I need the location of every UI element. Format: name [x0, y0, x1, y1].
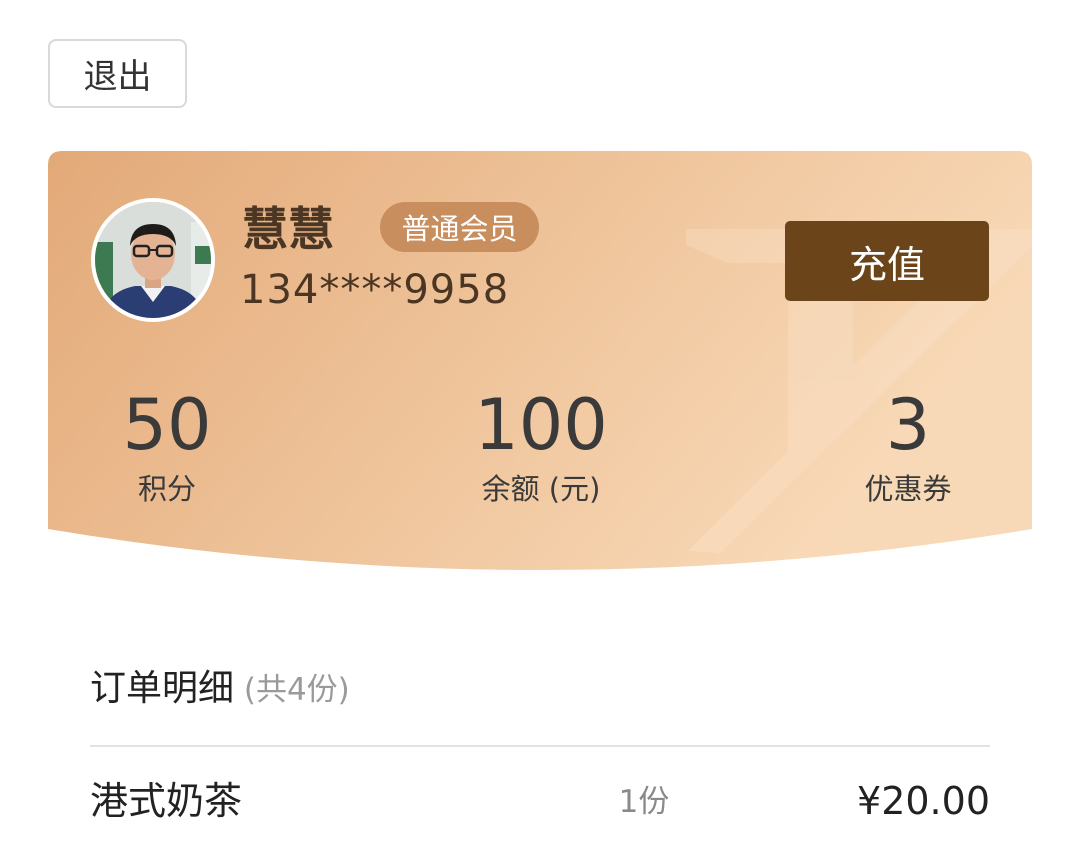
points-stat[interactable]: 50 积分: [47, 379, 287, 507]
order-item-count: (共4份): [234, 672, 350, 708]
balance-label: 余额 (元): [481, 472, 601, 506]
recharge-button[interactable]: 充值: [785, 221, 989, 301]
user-name: 慧慧: [242, 202, 334, 256]
order-details-heading: 订单明细 (共4份): [90, 664, 350, 715]
order-item-name: 港式奶茶: [90, 779, 243, 823]
balance-stat[interactable]: 100 余额 (元): [421, 379, 661, 507]
user-phone: 134****9958: [240, 267, 510, 313]
order-item-price: ¥20.00: [857, 779, 990, 823]
member-card: 慧慧 普通会员 134****9958 充值 50 积分 100 余额 (元) …: [48, 151, 1032, 583]
points-label: 积分: [137, 472, 196, 506]
coupons-stat[interactable]: 3 优惠券: [788, 379, 1028, 507]
order-details-title: 订单明细: [90, 668, 235, 709]
coupons-value: 3: [885, 384, 931, 466]
user-avatar[interactable]: [91, 198, 215, 322]
points-value: 50: [122, 384, 212, 466]
logout-button[interactable]: 退出: [48, 39, 187, 108]
balance-value: 100: [474, 384, 608, 466]
avatar-photo: [95, 202, 211, 318]
order-item-quantity: 1份: [618, 784, 670, 820]
order-divider: [90, 745, 990, 747]
member-level-badge: 普通会员: [380, 202, 539, 252]
coupons-label: 优惠券: [864, 472, 952, 506]
